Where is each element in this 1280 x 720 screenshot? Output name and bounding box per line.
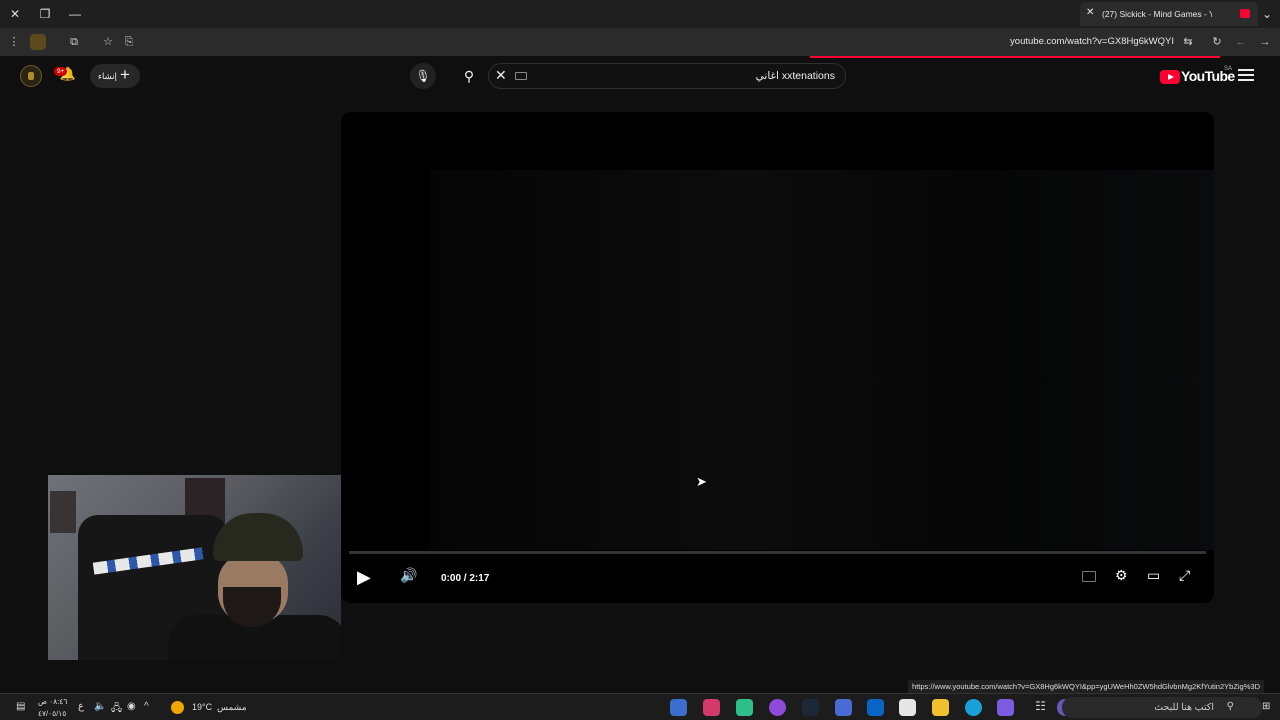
address-bar-row: ⋮ ⧉ ☆ ⎘ youtube.com/watch?v=GX8Hg6kWQYI … [0,28,1280,56]
search-input-value: xxtenations اغاني [755,70,835,82]
avatar[interactable] [20,65,42,87]
taskbar-steam-icon[interactable] [802,699,819,716]
mouse-cursor-icon: ➤ [696,474,707,489]
notifications-badge: 9+ [54,67,68,76]
video-player[interactable]: ▶ 🔊 0:00 / 2:17 ⚙ ▭ ⤢ [341,112,1214,603]
taskbar-app-icon[interactable] [736,699,753,716]
weather-desc[interactable]: مشمس [217,702,247,713]
time-display: 0:00 / 2:17 [441,573,490,584]
voice-search-mic-icon[interactable]: 🎙 [410,63,436,89]
close-window-icon[interactable]: ✕ [4,4,26,24]
taskbar-mail-icon[interactable] [867,699,884,716]
taskbar-app-icon[interactable] [769,699,786,716]
volume-tray-icon[interactable]: 🔈 [94,701,106,712]
weather-sun-icon[interactable] [171,701,184,714]
share-icon[interactable]: ⎘ [121,34,137,50]
clock-date[interactable]: ٤٧/٠٥/١٥ [38,709,66,718]
url-field[interactable]: youtube.com/watch?v=GX8Hg6kWQYI [1010,36,1174,47]
plus-icon: + [120,65,130,84]
progress-bar[interactable] [349,551,1206,554]
taskbar-edge-icon[interactable] [965,699,982,716]
person-cap [213,513,303,561]
start-icon[interactable]: ⊞ [1262,701,1270,712]
status-url: https://www.youtube.com/watch?v=GX8Hg6kW… [908,680,1264,693]
weather-temp[interactable]: 19°C [192,702,212,712]
taskbar-chrome-icon[interactable] [670,699,687,716]
close-tab-icon[interactable]: ✕ [1086,7,1094,18]
fullscreen-icon[interactable]: ⤢ [1179,567,1190,584]
taskbar-store-icon[interactable] [899,699,916,716]
youtube-favicon-icon [1240,9,1250,18]
country-code: SA [1224,66,1233,72]
keyboard-icon[interactable] [515,72,527,80]
search-icon: ⚲ [1226,701,1234,712]
taskbar-app-icon[interactable] [703,699,720,716]
notifications-icon[interactable]: ▤ [16,701,25,712]
clear-search-icon[interactable]: ✕ [495,67,507,84]
discord-tray-icon[interactable]: ◉ [127,701,136,712]
guide-menu-icon[interactable] [1238,69,1254,83]
bookmark-star-icon[interactable]: ☆ [100,34,116,50]
clock-time[interactable]: ٠٨:٤٦ ص [38,697,67,706]
search-icon[interactable]: ⚲ [452,63,486,89]
create-label: إنشاء [98,71,117,81]
browser-titlebar: ✕ ❐ — + ✕ (27) Sickick - Mind Games - Yo… [0,0,1280,28]
taskbar-copilot-icon[interactable] [997,699,1014,716]
extensions-icon[interactable]: ⧉ [66,34,82,50]
restore-window-icon[interactable]: ❐ [34,4,56,24]
subtitles-icon[interactable] [1082,571,1096,582]
theater-mode-icon[interactable]: ▭ [1147,567,1160,584]
language-indicator[interactable]: ع [78,701,84,712]
settings-gear-icon[interactable]: ⚙ [1115,567,1128,584]
site-settings-icon[interactable]: ⇆ [1180,34,1196,50]
profile-icon[interactable] [30,34,46,50]
network-icon[interactable]: 🖧 [111,701,122,718]
browser-menu-icon[interactable]: ⋮ [6,34,22,50]
back-icon[interactable]: → [1257,34,1273,50]
taskbar-app-icon[interactable] [835,699,852,716]
tray-overflow-chevron-icon[interactable]: ^ [144,701,149,712]
youtube-play-logo-icon [1160,70,1180,84]
volume-icon[interactable]: 🔊 [400,567,417,584]
task-view-icon[interactable]: ☷ [1032,699,1049,716]
search-input[interactable]: ✕ xxtenations اغاني [488,63,846,89]
taskbar-search-box[interactable]: ⚲ اكتب هنا للبحث [1062,697,1262,718]
tab-title: (27) Sickick - Mind Games - You [1102,9,1212,19]
taskbar-search-placeholder: اكتب هنا للبحث [1154,702,1214,713]
forward-icon[interactable]: ← [1233,34,1249,50]
create-button[interactable]: إنشاء + [90,64,140,88]
tab-list-chevron-icon[interactable]: ⌄ [1256,4,1278,24]
minimize-window-icon[interactable]: — [64,4,86,24]
wall-poster [50,491,76,533]
browser-tab[interactable]: ✕ (27) Sickick - Mind Games - You [1080,2,1258,26]
taskbar-explorer-icon[interactable] [932,699,949,716]
reload-icon[interactable]: ↻ [1209,34,1225,50]
play-icon[interactable]: ▶ [357,567,371,588]
webcam-overlay [48,475,341,660]
video-frame[interactable] [431,170,1214,550]
taskbar: ▤ ٠٨:٤٦ ص ٤٧/٠٥/١٥ ع 🔈 🖧 ◉ ^ 19°C مشمس ☷… [0,693,1280,720]
